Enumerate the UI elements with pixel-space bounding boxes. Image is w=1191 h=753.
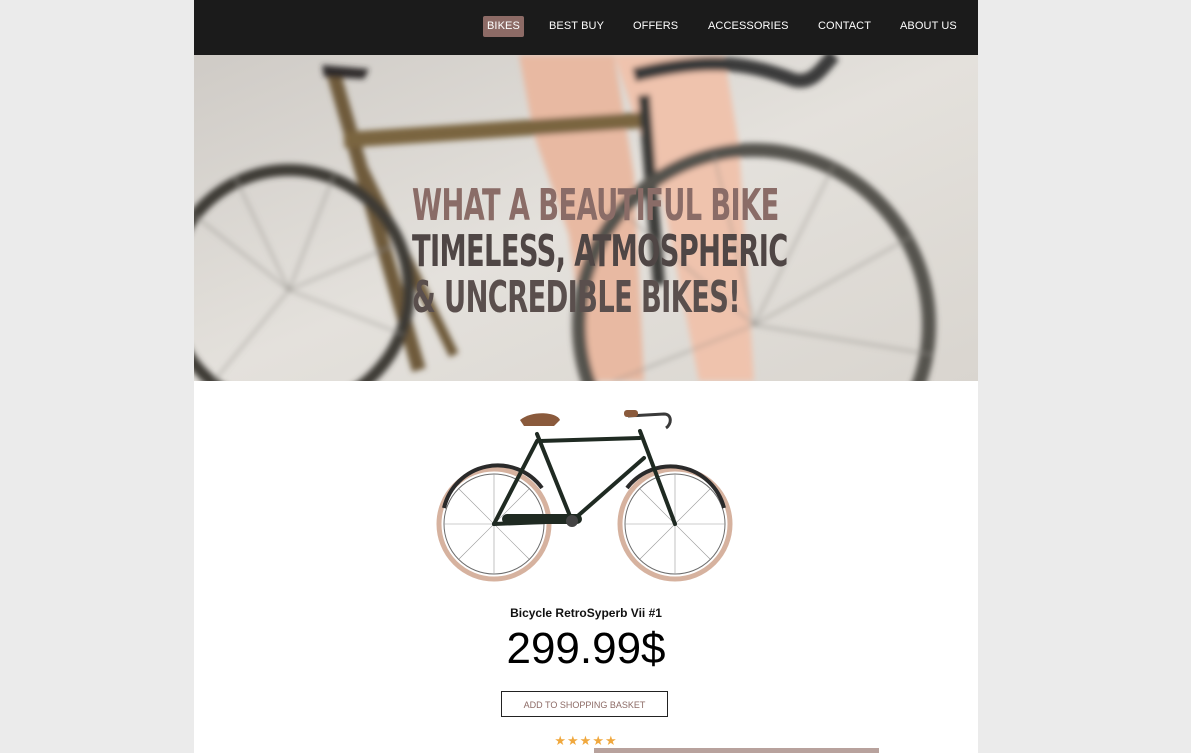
- nav-item-contact[interactable]: CONTACT: [818, 16, 871, 37]
- nav-item-accessories[interactable]: ACCESSORIES: [708, 16, 789, 37]
- product-title[interactable]: Bicycle RetroSyperb Vii #1: [194, 606, 978, 620]
- hero-headline: WHAT A BEAUTIFUL BIKE TIMELESS, ATMOSPHE…: [412, 180, 788, 323]
- star-rating: ★★★★★: [554, 733, 618, 748]
- add-to-basket-button[interactable]: ADD TO SHOPPING BASKET: [501, 691, 668, 717]
- hero-line-3: & UNCREDIBLE BIKES!: [412, 272, 741, 323]
- hero-line-1: WHAT A BEAUTIFUL BIKE: [412, 180, 779, 231]
- hero-banner: WHAT A BEAUTIFUL BIKE TIMELESS, ATMOSPHE…: [194, 55, 978, 381]
- nav-item-about-us[interactable]: ABOUT US: [900, 16, 957, 37]
- page: BIKES BEST BUY OFFERS ACCESSORIES CONTAC…: [194, 0, 978, 753]
- next-product-image: [594, 748, 879, 753]
- nav-item-best-buy[interactable]: BEST BUY: [549, 16, 604, 37]
- nav-item-bikes[interactable]: BIKES: [483, 16, 524, 37]
- navbar: BIKES BEST BUY OFFERS ACCESSORIES CONTAC…: [194, 0, 978, 55]
- bicycle-icon[interactable]: [432, 396, 737, 586]
- nav-item-offers[interactable]: OFFERS: [633, 16, 678, 37]
- product-price: 299.99$: [506, 624, 666, 673]
- hero-line-2: TIMELESS, ATMOSPHERIC: [412, 226, 788, 277]
